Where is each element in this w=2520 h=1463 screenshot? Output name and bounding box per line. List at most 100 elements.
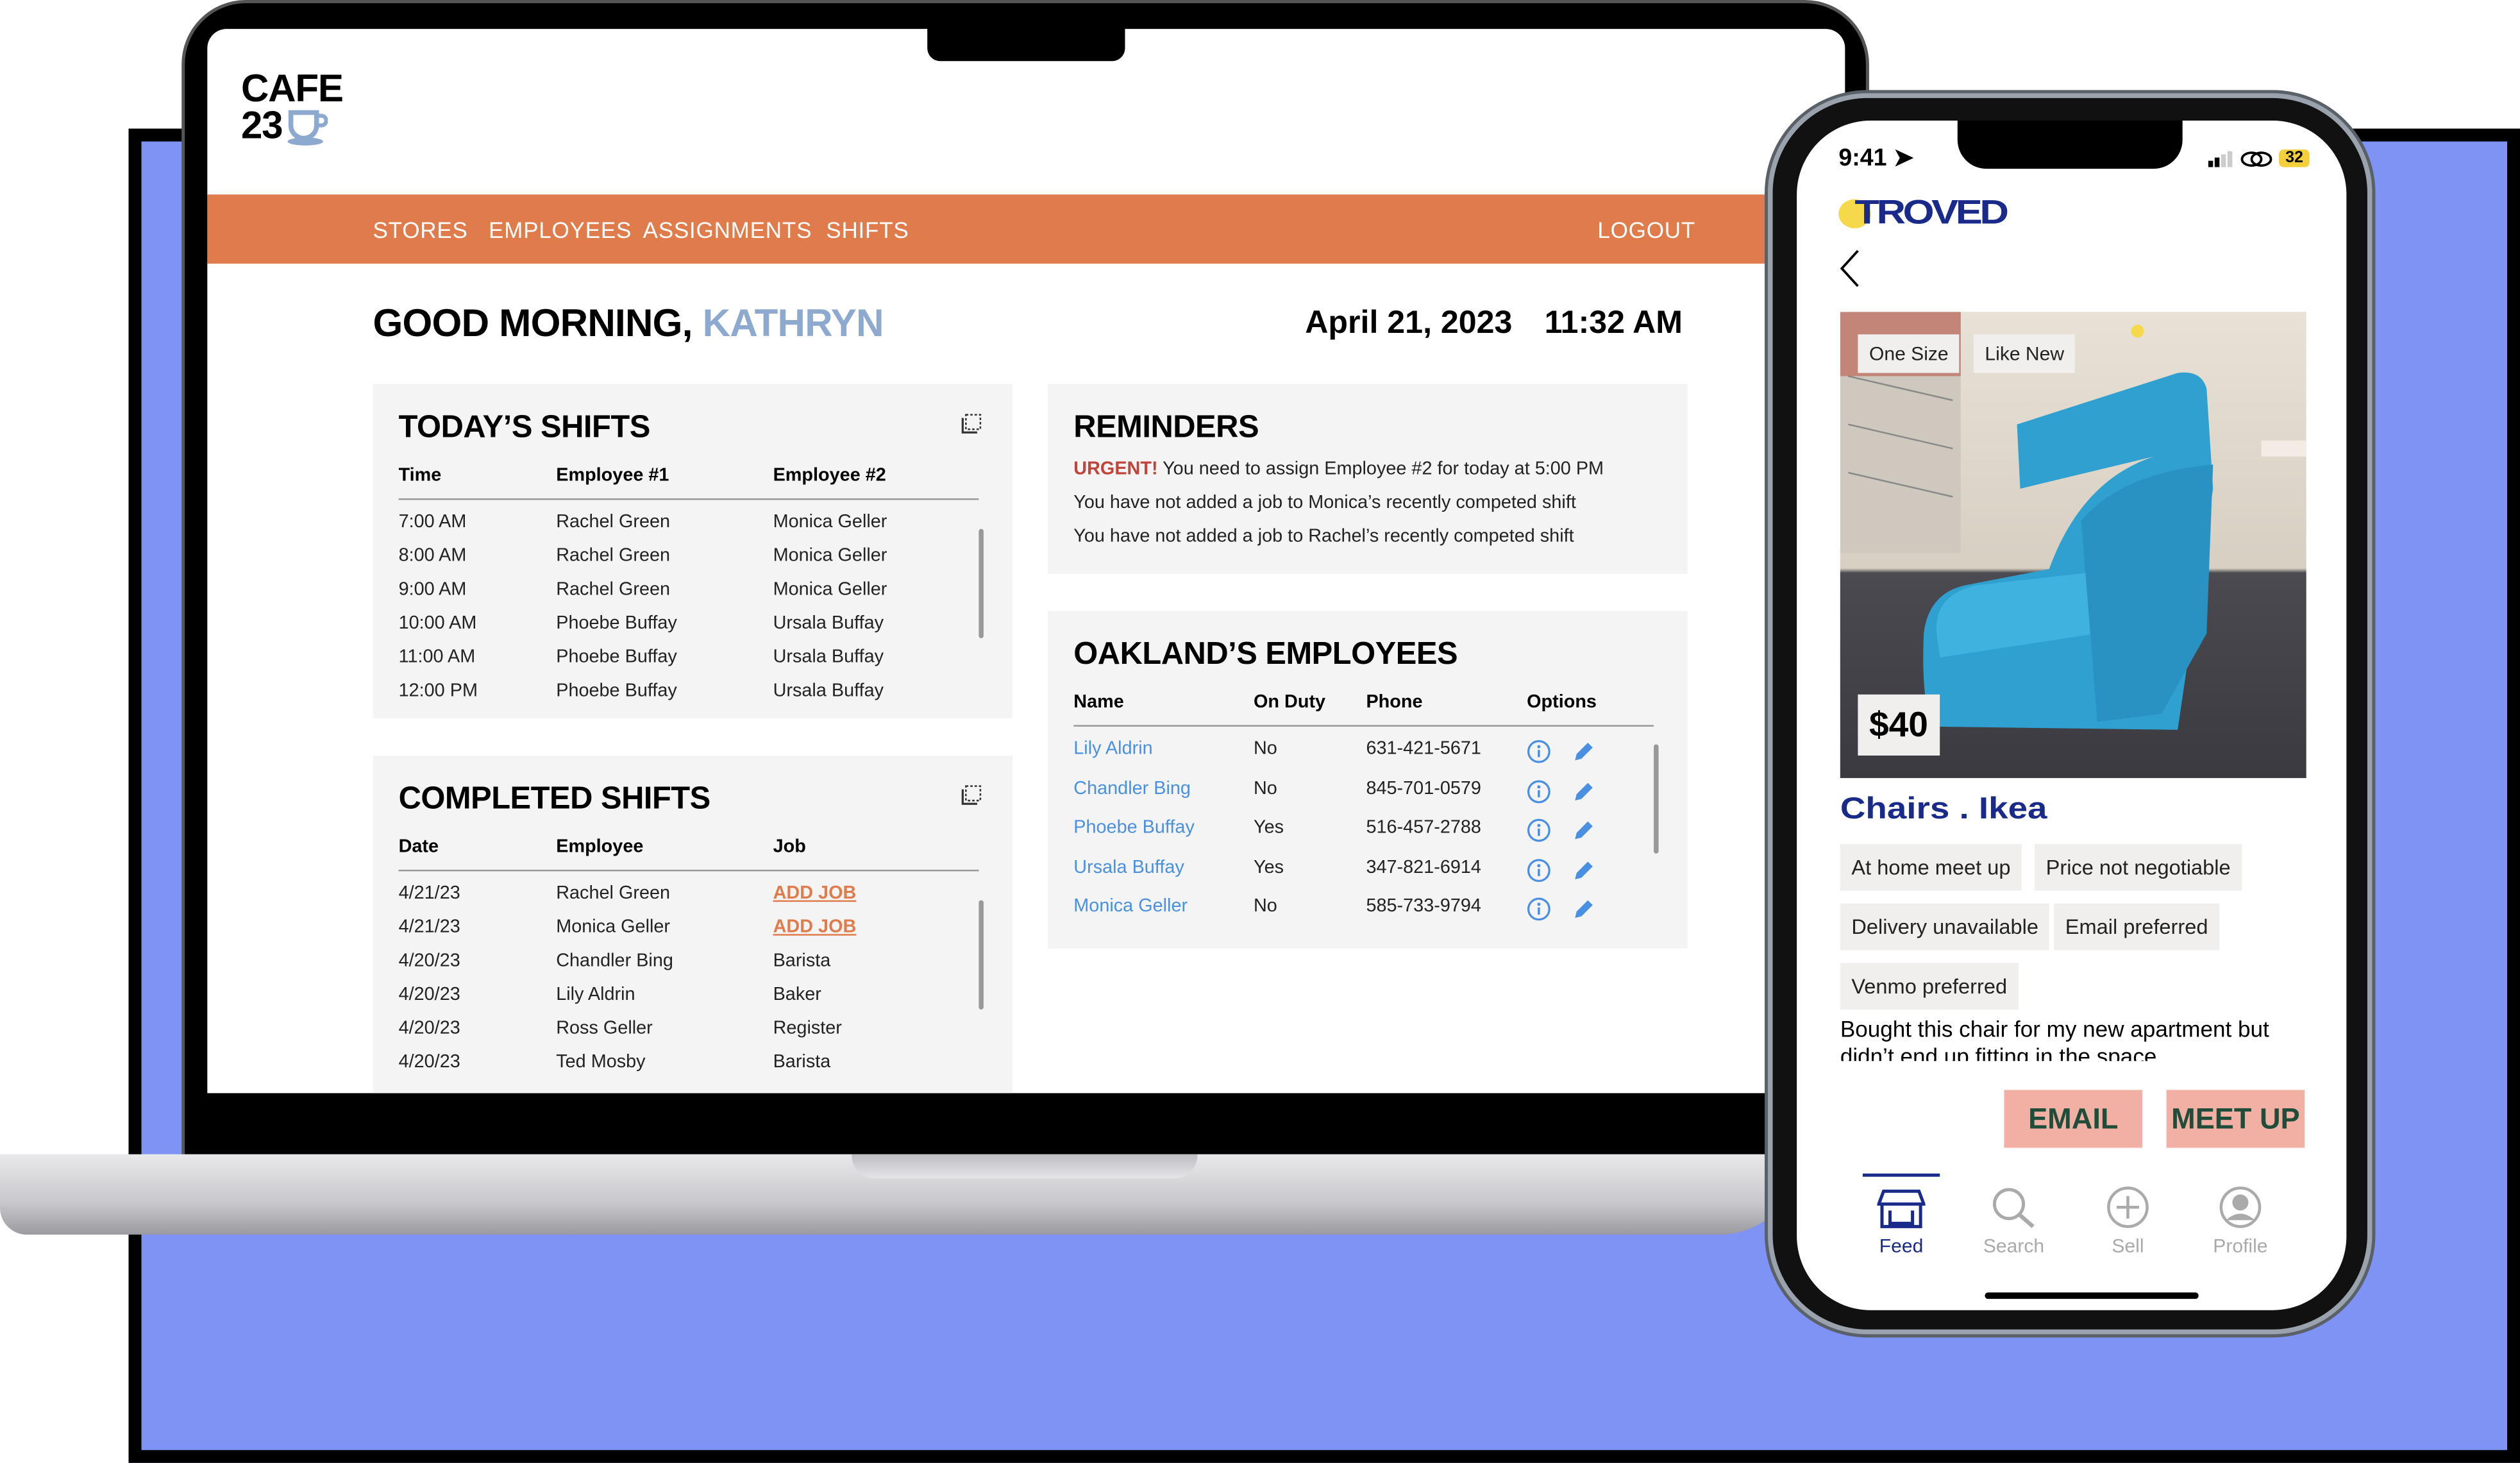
card-title: OAKLAND’S EMPLOYEES xyxy=(1073,636,1458,672)
laptop-camera-notch xyxy=(927,26,1125,62)
todays-shifts-card: TODAY’S SHIFTS Time Employee #1 Employee… xyxy=(373,384,1013,719)
phone-cell: 631-421-5671 xyxy=(1366,739,1481,759)
tab-sell[interactable]: Sell xyxy=(2079,1185,2176,1257)
table-cell: 9:00 AM xyxy=(398,580,467,600)
table-cell: Ross Geller xyxy=(556,1019,653,1039)
listing-title: Chairs . Ikea xyxy=(1840,792,2047,827)
reminders-card: REMINDERS URGENT! You need to assign Emp… xyxy=(1048,384,1688,574)
chip: Price not negotiable xyxy=(2035,843,2242,891)
tab-profile[interactable]: Profile xyxy=(2192,1185,2289,1257)
edit-pencil-icon[interactable] xyxy=(1572,897,1596,929)
employee-name-link[interactable]: Lily Aldrin xyxy=(1073,740,1152,759)
expand-icon[interactable] xyxy=(961,413,982,434)
tag-condition: Like New xyxy=(1973,334,2076,373)
chip: Venmo preferred xyxy=(1840,963,2019,1010)
employee-name-link[interactable]: Monica Geller xyxy=(1073,897,1188,917)
on-duty-cell: Yes xyxy=(1253,858,1284,877)
scrollbar[interactable] xyxy=(1654,744,1659,854)
chip: Delivery unavailable xyxy=(1840,903,2050,951)
greeting: GOOD MORNING, KATHRYN xyxy=(373,302,884,347)
employee-name-link[interactable]: Chandler Bing xyxy=(1073,779,1191,798)
table-cell: Ted Mosby xyxy=(556,1053,646,1072)
col-header: Employee xyxy=(556,837,644,857)
expand-icon[interactable] xyxy=(961,784,982,806)
troved-logo[interactable]: TROVED xyxy=(1838,194,2031,233)
card-title: REMINDERS xyxy=(1073,410,1259,446)
col-header: Employee #1 xyxy=(556,466,669,486)
table-cell: Baker xyxy=(773,985,821,1005)
table-cell: Monica Geller xyxy=(773,512,887,532)
edit-pencil-icon[interactable] xyxy=(1572,740,1596,772)
info-icon[interactable] xyxy=(1527,818,1551,850)
price-tag: $40 xyxy=(1858,694,1940,756)
divider xyxy=(1073,725,1654,727)
table-cell: 4/21/23 xyxy=(398,918,460,938)
on-duty-cell: No xyxy=(1253,739,1277,759)
email-button[interactable]: EMAIL xyxy=(2004,1090,2143,1148)
info-icon[interactable] xyxy=(1527,897,1551,929)
table-cell: Barista xyxy=(773,1053,831,1072)
scrollbar[interactable] xyxy=(979,900,984,1010)
on-duty-cell: No xyxy=(1253,897,1277,917)
edit-pencil-icon[interactable] xyxy=(1572,818,1596,850)
scrollbar[interactable] xyxy=(979,529,984,639)
table-cell: 12:00 PM xyxy=(398,681,478,701)
employee-name-link[interactable]: Phoebe Buffay xyxy=(1073,818,1195,838)
card-title: COMPLETED SHIFTS xyxy=(398,781,711,817)
battery-indicator: 32 xyxy=(2279,149,2310,167)
nav-employees[interactable]: EMPLOYEES xyxy=(489,217,632,242)
nav-bar: STORES EMPLOYEES ASSIGNMENTS SHIFTS LOGO… xyxy=(207,194,1845,264)
chip: At home meet up xyxy=(1840,843,2022,891)
table-cell: Phoebe Buffay xyxy=(556,614,677,634)
edit-pencil-icon[interactable] xyxy=(1572,858,1596,890)
table-cell: Phoebe Buffay xyxy=(556,648,677,668)
info-icon[interactable] xyxy=(1527,779,1551,811)
reminder-text: You have not added a job to Monica’s rec… xyxy=(1073,493,1576,513)
table-cell: 8:00 AM xyxy=(398,546,467,566)
current-time: 11:32 AM xyxy=(1544,305,1683,341)
info-icon[interactable] xyxy=(1527,858,1551,890)
active-tab-indicator xyxy=(1862,1173,1940,1177)
edit-pencil-icon[interactable] xyxy=(1572,779,1596,811)
col-header: Employee #2 xyxy=(773,466,886,486)
brand-text: TROVED xyxy=(1854,194,2009,232)
nav-shifts[interactable]: SHIFTS xyxy=(826,217,909,242)
urgent-label: URGENT! xyxy=(1073,459,1158,479)
greeting-prefix: GOOD MORNING, xyxy=(373,302,693,346)
tab-label: Search xyxy=(1983,1234,2045,1258)
reminder-text: You need to assign Employee #2 for today… xyxy=(1163,459,1604,479)
coffee-cup-icon xyxy=(287,110,328,146)
table-cell: Phoebe Buffay xyxy=(556,681,677,701)
tab-feed[interactable]: Feed xyxy=(1853,1185,1949,1257)
link-icon xyxy=(2240,150,2272,166)
cafe23-logo[interactable]: CAFE 23 xyxy=(241,70,344,146)
col-header: Date xyxy=(398,837,439,857)
table-cell: Rachel Green xyxy=(556,884,671,904)
phone-cell: 347-821-6914 xyxy=(1366,858,1481,877)
laptop-base-groove xyxy=(852,1154,1198,1179)
laptop-screen: CAFE 23 STORES EMPLOYEES ASSIGNMENTS SHI… xyxy=(207,29,1845,1094)
add-job-link[interactable]: ADD JOB xyxy=(773,884,857,904)
user-name: KATHRYN xyxy=(702,302,884,346)
col-header: Options xyxy=(1527,693,1597,713)
table-cell: Ursala Buffay xyxy=(773,614,884,634)
plus-circle-icon xyxy=(2107,1186,2149,1228)
nav-stores[interactable]: STORES xyxy=(373,217,467,242)
col-header: Phone xyxy=(1366,693,1423,713)
logout-link[interactable]: LOGOUT xyxy=(1597,217,1695,242)
phone-screen: 9:41 ➤ 32 TROVED One Size Like New $40 C… xyxy=(1797,120,2347,1310)
employees-card: OAKLAND’S EMPLOYEES Name On Duty Phone O… xyxy=(1048,611,1688,949)
meet-up-button[interactable]: MEET UP xyxy=(2166,1090,2305,1148)
table-cell: Lily Aldrin xyxy=(556,985,635,1005)
date-time: April 21, 2023 11:32 AM xyxy=(1305,305,1683,342)
add-job-link[interactable]: ADD JOB xyxy=(773,918,857,937)
listing-photo[interactable]: One Size Like New $40 xyxy=(1840,312,2306,779)
tab-label: Sell xyxy=(2112,1234,2144,1258)
table-cell: Rachel Green xyxy=(556,512,671,532)
info-icon[interactable] xyxy=(1527,740,1551,772)
tab-search[interactable]: Search xyxy=(1965,1185,2062,1257)
back-chevron-icon[interactable] xyxy=(1838,249,1861,287)
employee-name-link[interactable]: Ursala Buffay xyxy=(1073,858,1184,877)
nav-assignments[interactable]: ASSIGNMENTS xyxy=(643,217,812,242)
table-cell: Rachel Green xyxy=(556,546,671,566)
